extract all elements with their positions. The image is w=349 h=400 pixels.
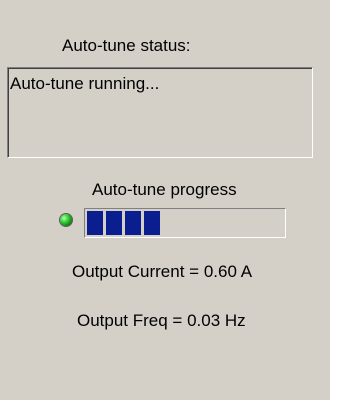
output-freq-label: Output Freq = 0.03 Hz: [77, 311, 246, 330]
output-current-label: Output Current = 0.60 A: [72, 262, 253, 281]
status-label: Auto-tune status:: [62, 36, 191, 55]
autotune-panel: Auto-tune status: Auto-tune running... A…: [0, 0, 330, 400]
status-led-icon: [60, 214, 72, 226]
progress-segment: [87, 211, 103, 235]
progress-segment: [106, 211, 122, 235]
status-text: Auto-tune running...: [10, 74, 160, 93]
progress-fill: [87, 211, 283, 235]
progress-segment: [125, 211, 141, 235]
status-box: Auto-tune running...: [7, 67, 313, 158]
progress-label: Auto-tune progress: [92, 180, 237, 199]
progress-bar: [84, 208, 286, 238]
progress-segment: [144, 211, 160, 235]
